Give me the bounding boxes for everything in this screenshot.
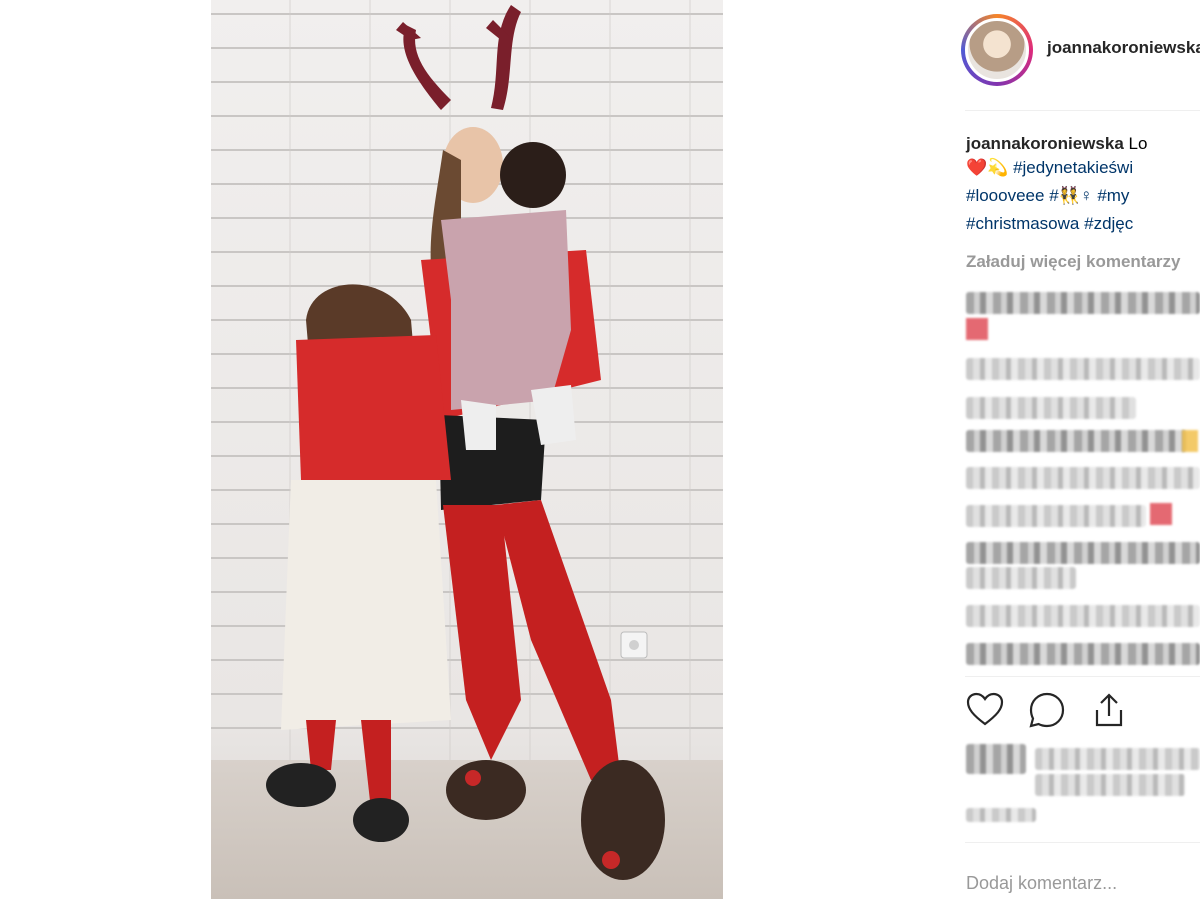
- post-author-username[interactable]: joannakoroniewska: [1047, 38, 1200, 58]
- blurred-comment: [966, 505, 1146, 527]
- caption-line-4: #christmasowa #zdjęc: [966, 214, 1133, 234]
- blurred-comment: [966, 292, 1200, 314]
- blurred-emoji: [1150, 503, 1172, 525]
- hashtag-link[interactable]: #christmasowa: [966, 214, 1079, 233]
- liked-by-text: [1035, 774, 1185, 796]
- slipper-left: [446, 760, 526, 820]
- penguin-slipper-left: [266, 763, 336, 807]
- toddler-head: [500, 142, 566, 208]
- actions-divider: [965, 676, 1200, 677]
- avatar[interactable]: [961, 14, 1033, 86]
- hashtag-link[interactable]: #zdjęc: [1084, 214, 1133, 233]
- load-more-comments-link[interactable]: Załaduj więcej komentarzy: [966, 252, 1180, 272]
- share-icon[interactable]: [1089, 690, 1129, 730]
- caption-emojis: ❤️💫: [966, 158, 1009, 177]
- blurred-comment: [966, 397, 1136, 419]
- blurred-comment: [966, 605, 1200, 627]
- liked-by-avatars: [966, 744, 1026, 774]
- caption-line-3: #loooveee #👯♀ #my: [966, 186, 1129, 206]
- comment-icon[interactable]: [1027, 690, 1067, 730]
- girl-red-sweater: [296, 335, 451, 480]
- blurred-comment: [966, 542, 1200, 564]
- liked-by-text: [1035, 748, 1200, 770]
- antlers: [396, 5, 521, 110]
- blurred-emoji: [966, 318, 988, 340]
- caption-username[interactable]: joannakoroniewska: [966, 134, 1124, 153]
- hashtag-link[interactable]: #loooveee: [966, 186, 1044, 205]
- caption-text: Lo: [1128, 134, 1148, 153]
- blurred-comment: [966, 567, 1076, 589]
- hashtag-link[interactable]: #👯♀: [1049, 186, 1092, 205]
- lace-skirt: [281, 480, 451, 730]
- avatar-image: [965, 18, 1029, 82]
- post-sidebar: joannakoroniewska joannakoroniewska Lo ❤…: [945, 0, 1200, 899]
- slipper-right: [581, 760, 665, 880]
- blurred-comment: [966, 358, 1200, 380]
- heart-icon[interactable]: [965, 690, 1005, 730]
- hashtag-link[interactable]: #my: [1097, 186, 1129, 205]
- photo-figures: [266, 5, 665, 880]
- caption-line-1: joannakoroniewska Lo: [966, 134, 1147, 154]
- post-photo: [211, 0, 723, 899]
- hashtag-link[interactable]: #jedynetakieświ: [1013, 158, 1133, 177]
- caption-line-2: ❤️💫 #jedynetakieświ: [966, 158, 1133, 178]
- penguin-slipper-right: [353, 798, 409, 842]
- header-divider: [965, 110, 1200, 111]
- blurred-comment: [966, 430, 1186, 452]
- comment-divider: [965, 842, 1200, 843]
- blurred-comment: [966, 467, 1200, 489]
- add-comment-input[interactable]: Dodaj komentarz...: [966, 873, 1117, 894]
- blurred-emoji: [1182, 430, 1198, 452]
- blurred-comment: [966, 643, 1200, 665]
- post-timestamp: [966, 808, 1036, 822]
- toddler-pink-jacket: [441, 210, 571, 410]
